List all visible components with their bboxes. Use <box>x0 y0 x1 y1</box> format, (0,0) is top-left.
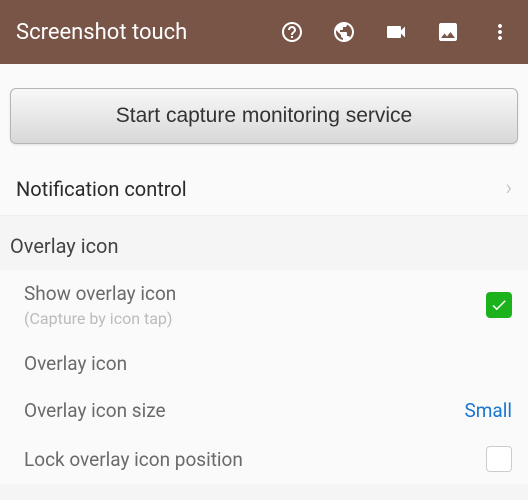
notification-control-label: Notification control <box>16 177 187 201</box>
overlay-icon-size-row[interactable]: Overlay icon size Small <box>0 387 528 434</box>
overlay-icon-size-label: Overlay icon size <box>24 399 166 422</box>
overlay-section-header: Overlay icon <box>0 216 528 270</box>
show-overlay-checkbox[interactable] <box>486 292 512 318</box>
more-icon[interactable] <box>488 20 512 44</box>
help-icon[interactable] <box>280 20 304 44</box>
overlay-icon-size-text: Overlay icon size <box>24 399 166 422</box>
overlay-icon-text: Overlay icon <box>24 352 127 375</box>
start-capture-button[interactable]: Start capture monitoring service <box>10 88 518 144</box>
app-header: Screenshot touch <box>0 0 528 64</box>
video-icon[interactable] <box>384 20 408 44</box>
overlay-icon-row[interactable]: Overlay icon <box>0 340 528 387</box>
show-overlay-text: Show overlay icon (Capture by icon tap) <box>24 282 176 328</box>
notification-control-row[interactable]: Notification control › <box>0 162 528 216</box>
show-overlay-sublabel: (Capture by icon tap) <box>24 309 176 328</box>
overlay-icon-label: Overlay icon <box>24 352 127 375</box>
content: Start capture monitoring service Notific… <box>0 64 528 484</box>
show-overlay-label: Show overlay icon <box>24 282 176 305</box>
lock-overlay-label: Lock overlay icon position <box>24 448 243 471</box>
globe-icon[interactable] <box>332 20 356 44</box>
start-button-wrap: Start capture monitoring service <box>0 64 528 162</box>
lock-overlay-row[interactable]: Lock overlay icon position <box>0 434 528 484</box>
image-icon[interactable] <box>436 20 460 44</box>
overlay-icon-size-value: Small <box>464 399 512 422</box>
chevron-right-icon: › <box>505 176 512 201</box>
show-overlay-row[interactable]: Show overlay icon (Capture by icon tap) <box>0 270 528 340</box>
lock-overlay-text: Lock overlay icon position <box>24 448 243 471</box>
lock-overlay-checkbox[interactable] <box>486 446 512 472</box>
header-icons <box>280 20 512 44</box>
app-title: Screenshot touch <box>16 20 280 45</box>
